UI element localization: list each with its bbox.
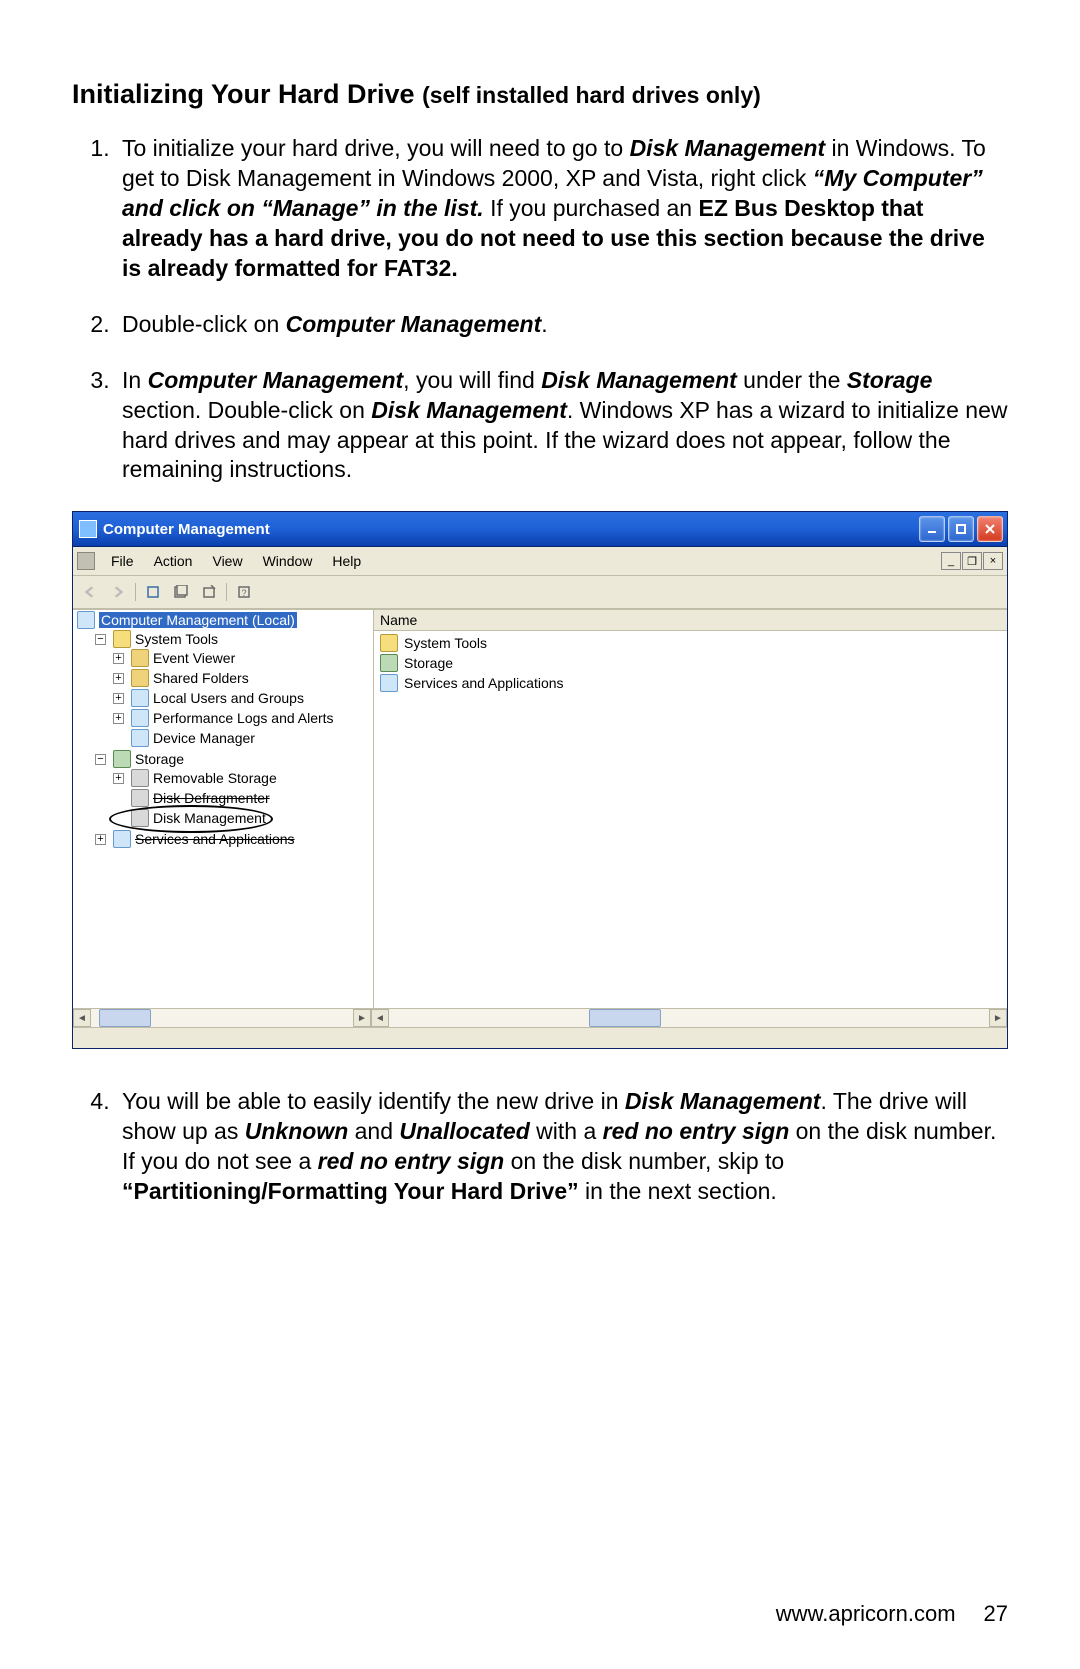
defrag-icon xyxy=(131,789,149,807)
close-button[interactable] xyxy=(977,516,1003,542)
maximize-button[interactable] xyxy=(948,516,974,542)
menu-window[interactable]: Window xyxy=(253,551,323,571)
step-1: To initialize your hard drive, you will … xyxy=(116,134,1008,283)
event-viewer-icon xyxy=(131,649,149,667)
expand-icon[interactable]: + xyxy=(95,834,106,845)
titlebar[interactable]: Computer Management xyxy=(73,512,1007,547)
nav-forward-button[interactable] xyxy=(107,581,129,603)
scroll-left-button[interactable]: ◄ xyxy=(371,1009,389,1027)
scroll-left-button[interactable]: ◄ xyxy=(73,1009,91,1027)
menu-view[interactable]: View xyxy=(202,551,252,571)
expand-icon[interactable]: + xyxy=(113,693,124,704)
heading-sub: (self installed hard drives only) xyxy=(422,82,761,108)
instruction-list-continued: You will be able to easily identify the … xyxy=(72,1087,1008,1207)
toolbar-separator xyxy=(226,583,227,601)
list-column-name[interactable]: Name xyxy=(374,610,1007,631)
services-icon xyxy=(113,830,131,848)
removable-icon xyxy=(131,769,149,787)
expand-icon[interactable]: + xyxy=(113,713,124,724)
page-number: 27 xyxy=(984,1601,1008,1627)
app-icon xyxy=(79,520,97,538)
device-manager-icon xyxy=(131,729,149,747)
menu-file[interactable]: File xyxy=(101,551,144,571)
heading-main: Initializing Your Hard Drive xyxy=(72,79,422,109)
list-item[interactable]: System Tools xyxy=(378,633,1003,653)
minimize-button[interactable] xyxy=(919,516,945,542)
expand-icon[interactable]: + xyxy=(113,653,124,664)
scroll-right-button[interactable]: ► xyxy=(353,1009,371,1027)
tools-icon xyxy=(113,630,131,648)
tree-hscroll-thumb[interactable] xyxy=(99,1009,151,1027)
tree-removable[interactable]: Removable Storage xyxy=(153,770,277,786)
toolbar-refresh-button[interactable] xyxy=(170,581,192,603)
tree-event-viewer[interactable]: Event Viewer xyxy=(153,650,235,666)
tree-defrag[interactable]: Disk Defragmenter xyxy=(153,790,270,806)
toolbar-properties-button[interactable] xyxy=(142,581,164,603)
mdi-minimize-button[interactable]: _ xyxy=(941,552,961,570)
storage-icon xyxy=(113,750,131,768)
tree-shared-folders[interactable]: Shared Folders xyxy=(153,670,249,686)
toolbar-help-button[interactable]: ? xyxy=(233,581,255,603)
collapse-icon[interactable]: − xyxy=(95,634,106,645)
page-footer: www.apricorn.com 27 xyxy=(776,1601,1008,1627)
tree-device-manager[interactable]: Device Manager xyxy=(153,730,255,746)
mdi-icon xyxy=(77,552,95,570)
toolbar-export-button[interactable] xyxy=(198,581,220,603)
users-icon xyxy=(131,689,149,707)
statusbar xyxy=(73,1027,1007,1048)
services-icon xyxy=(380,674,398,692)
step-4: You will be able to easily identify the … xyxy=(116,1087,1008,1207)
toolbar-separator xyxy=(135,583,136,601)
scrollbar-row: ◄ ► ◄ ► xyxy=(73,1008,1007,1027)
toolbar: ? xyxy=(73,576,1007,609)
disk-mgmt-icon xyxy=(131,809,149,827)
step-3: In Computer Management, you will find Di… xyxy=(116,366,1008,486)
tree-services[interactable]: Services and Applications xyxy=(135,831,295,847)
window-title: Computer Management xyxy=(103,521,919,538)
menu-action[interactable]: Action xyxy=(144,551,203,571)
nav-tree-pane[interactable]: Computer Management (Local) − System Too… xyxy=(73,610,373,1008)
footer-url: www.apricorn.com xyxy=(776,1601,956,1627)
mdi-close-button[interactable]: × xyxy=(983,552,1003,570)
tree-local-users[interactable]: Local Users and Groups xyxy=(153,690,304,706)
scroll-right-button[interactable]: ► xyxy=(989,1009,1007,1027)
storage-icon xyxy=(380,654,398,672)
perflogs-icon xyxy=(131,709,149,727)
tree-storage[interactable]: Storage xyxy=(135,751,184,767)
shared-folders-icon xyxy=(131,669,149,687)
tree-perf-logs[interactable]: Performance Logs and Alerts xyxy=(153,710,334,726)
svg-text:?: ? xyxy=(241,588,246,598)
tree-disk-management[interactable]: Disk Management xyxy=(153,810,266,826)
menubar: File Action View Window Help _ ❐ × xyxy=(73,547,1007,576)
menu-help[interactable]: Help xyxy=(322,551,371,571)
computer-management-window: Computer Management File Action View Win… xyxy=(72,511,1008,1049)
nav-back-button[interactable] xyxy=(79,581,101,603)
tree-system-tools[interactable]: System Tools xyxy=(135,631,218,647)
tree-hscroll-track[interactable] xyxy=(91,1009,353,1027)
tree-root[interactable]: Computer Management (Local) xyxy=(99,612,297,628)
instruction-list: To initialize your hard drive, you will … xyxy=(72,134,1008,485)
list-hscroll-thumb[interactable] xyxy=(589,1009,661,1027)
page-heading: Initializing Your Hard Drive (self insta… xyxy=(72,78,1008,110)
list-pane[interactable]: Name System Tools Storage Services and A… xyxy=(373,610,1007,1008)
step-2: Double-click on Computer Management. xyxy=(116,310,1008,340)
list-item[interactable]: Storage xyxy=(378,653,1003,673)
tools-icon xyxy=(380,634,398,652)
list-item[interactable]: Services and Applications xyxy=(378,673,1003,693)
computer-icon xyxy=(77,611,95,629)
collapse-icon[interactable]: − xyxy=(95,754,106,765)
mdi-restore-button[interactable]: ❐ xyxy=(962,552,982,570)
expand-icon[interactable]: + xyxy=(113,773,124,784)
list-hscroll-track[interactable] xyxy=(389,1009,989,1027)
expand-icon[interactable]: + xyxy=(113,673,124,684)
